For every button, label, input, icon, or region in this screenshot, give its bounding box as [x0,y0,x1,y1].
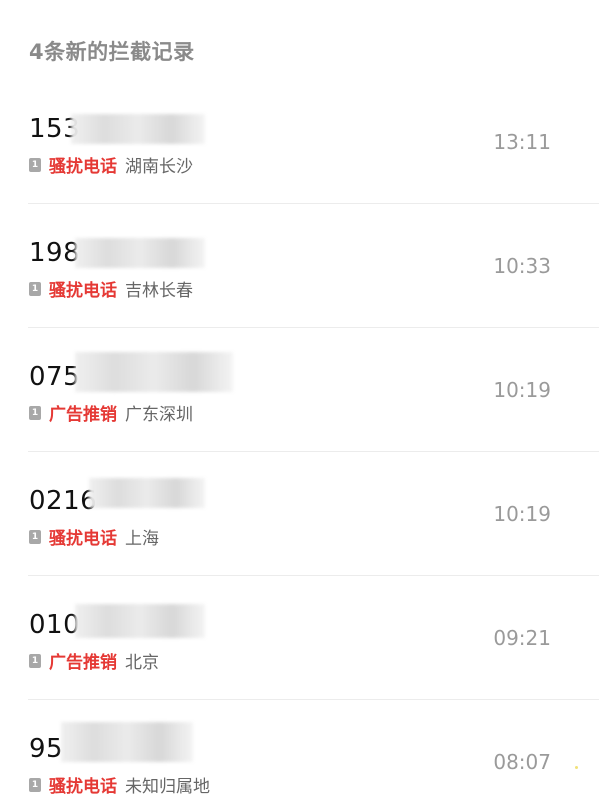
phone-number-wrap: 95 [29,722,193,764]
call-tag: 骚扰电话 [49,157,117,177]
sim-card-icon: 1 [29,777,41,792]
call-time: 08:07 [493,750,551,774]
call-time: 09:21 [493,626,551,650]
call-tag: 广告推销 [49,653,117,673]
redacted-digits [75,604,205,638]
sim-card-icon: 1 [29,529,41,544]
redacted-digits [71,114,205,144]
call-time: 10:33 [493,254,551,278]
call-time: 10:19 [493,378,551,402]
call-info: 1 广告推销 广东深圳 [29,400,193,425]
phone-number: 95 [29,734,64,764]
phone-number-wrap: 0216 [29,478,205,516]
call-location: 未知归属地 [125,777,210,797]
call-info: 1 骚扰电话 湖南长沙 [29,152,193,177]
phone-number-wrap: 198 [29,238,205,268]
redacted-digits [89,478,205,508]
blocked-call-row[interactable]: 010 1 广告推销 北京 09:21 [0,576,599,700]
blocked-call-row[interactable]: 95 1 骚扰电话 未知归属地 08:07 [0,700,599,809]
call-tag: 骚扰电话 [49,281,117,301]
sim-card-icon: 1 [29,405,41,420]
call-tag: 骚扰电话 [49,777,117,797]
phone-number: 198 [29,238,81,268]
call-info: 1 骚扰电话 上海 [29,524,159,549]
call-info: 1 骚扰电话 吉林长春 [29,276,193,301]
redacted-digits [75,352,233,392]
phone-number: 075 [29,362,81,392]
redacted-digits [61,722,193,762]
phone-number: 010 [29,610,81,640]
blocked-call-row[interactable]: 075 1 广告推销 广东深圳 10:19 [0,328,599,452]
sim-card-icon: 1 [29,281,41,296]
sim-card-icon: 1 [29,157,41,172]
phone-number-wrap: 153 [29,114,205,144]
decorative-dot [575,766,578,769]
phone-number-wrap: 075 [29,352,233,392]
page-title: 4条新的拦截记录 [29,40,195,64]
call-time: 10:19 [493,502,551,526]
blocked-call-row[interactable]: 153 1 骚扰电话 湖南长沙 13:11 [0,80,599,204]
call-location: 上海 [125,529,159,549]
sim-card-icon: 1 [29,653,41,668]
call-location: 湖南长沙 [125,157,193,177]
phone-number: 0216 [29,486,98,516]
redacted-digits [75,238,205,268]
call-tag: 广告推销 [49,405,117,425]
call-tag: 骚扰电话 [49,529,117,549]
call-location: 吉林长春 [125,281,193,301]
blocked-call-row[interactable]: 0216 1 骚扰电话 上海 10:19 [0,452,599,576]
blocked-calls-screen: 4条新的拦截记录 153 1 骚扰电话 湖南长沙 13:11 198 1 骚扰电… [0,0,599,809]
blocked-call-list: 153 1 骚扰电话 湖南长沙 13:11 198 1 骚扰电话 吉林长春 10… [0,80,599,809]
call-info: 1 骚扰电话 未知归属地 [29,772,210,797]
call-info: 1 广告推销 北京 [29,648,159,673]
call-location: 广东深圳 [125,405,193,425]
call-time: 13:11 [493,130,551,154]
call-location: 北京 [125,653,159,673]
blocked-call-row[interactable]: 198 1 骚扰电话 吉林长春 10:33 [0,204,599,328]
phone-number-wrap: 010 [29,604,205,640]
